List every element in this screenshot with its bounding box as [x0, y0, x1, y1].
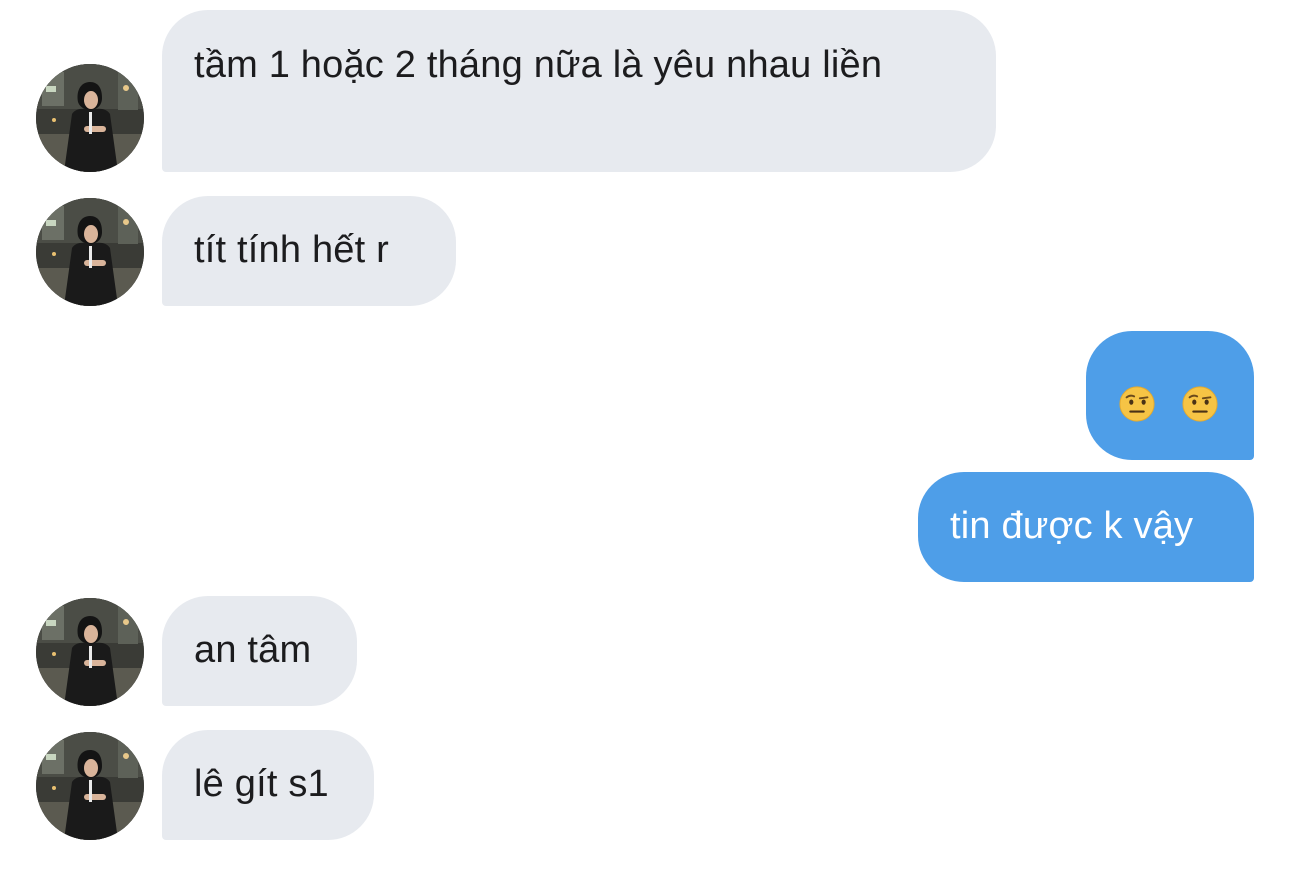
- message-text: tít tính hết r: [194, 229, 390, 271]
- avatar[interactable]: [36, 198, 144, 306]
- incoming-message-bubble[interactable]: lê gít s1: [162, 730, 374, 840]
- message-text: tin được k vậy: [950, 505, 1194, 547]
- message-text: tầm 1 hoặc 2 tháng nữa là yêu nhau liền: [194, 44, 883, 86]
- avatar-photo: [36, 598, 144, 706]
- avatar[interactable]: [36, 732, 144, 840]
- message-text: an tâm: [194, 629, 312, 671]
- avatar-photo: [36, 64, 144, 172]
- outgoing-message-bubble[interactable]: tin được k vậy: [918, 472, 1254, 582]
- incoming-message-bubble[interactable]: tầm 1 hoặc 2 tháng nữa là yêu nhau liền: [162, 10, 996, 172]
- incoming-message-bubble[interactable]: an tâm: [162, 596, 357, 706]
- message-text: lê gít s1: [194, 763, 329, 805]
- outgoing-message-bubble[interactable]: [1086, 331, 1254, 460]
- avatar-photo: [36, 732, 144, 840]
- incoming-message-bubble[interactable]: tít tính hết r: [162, 196, 456, 306]
- raised-eyebrow-emoji-icon: [1118, 385, 1156, 423]
- avatar[interactable]: [36, 64, 144, 172]
- avatar-photo: [36, 198, 144, 306]
- raised-eyebrow-emoji-icon: [1181, 385, 1219, 423]
- avatar[interactable]: [36, 598, 144, 706]
